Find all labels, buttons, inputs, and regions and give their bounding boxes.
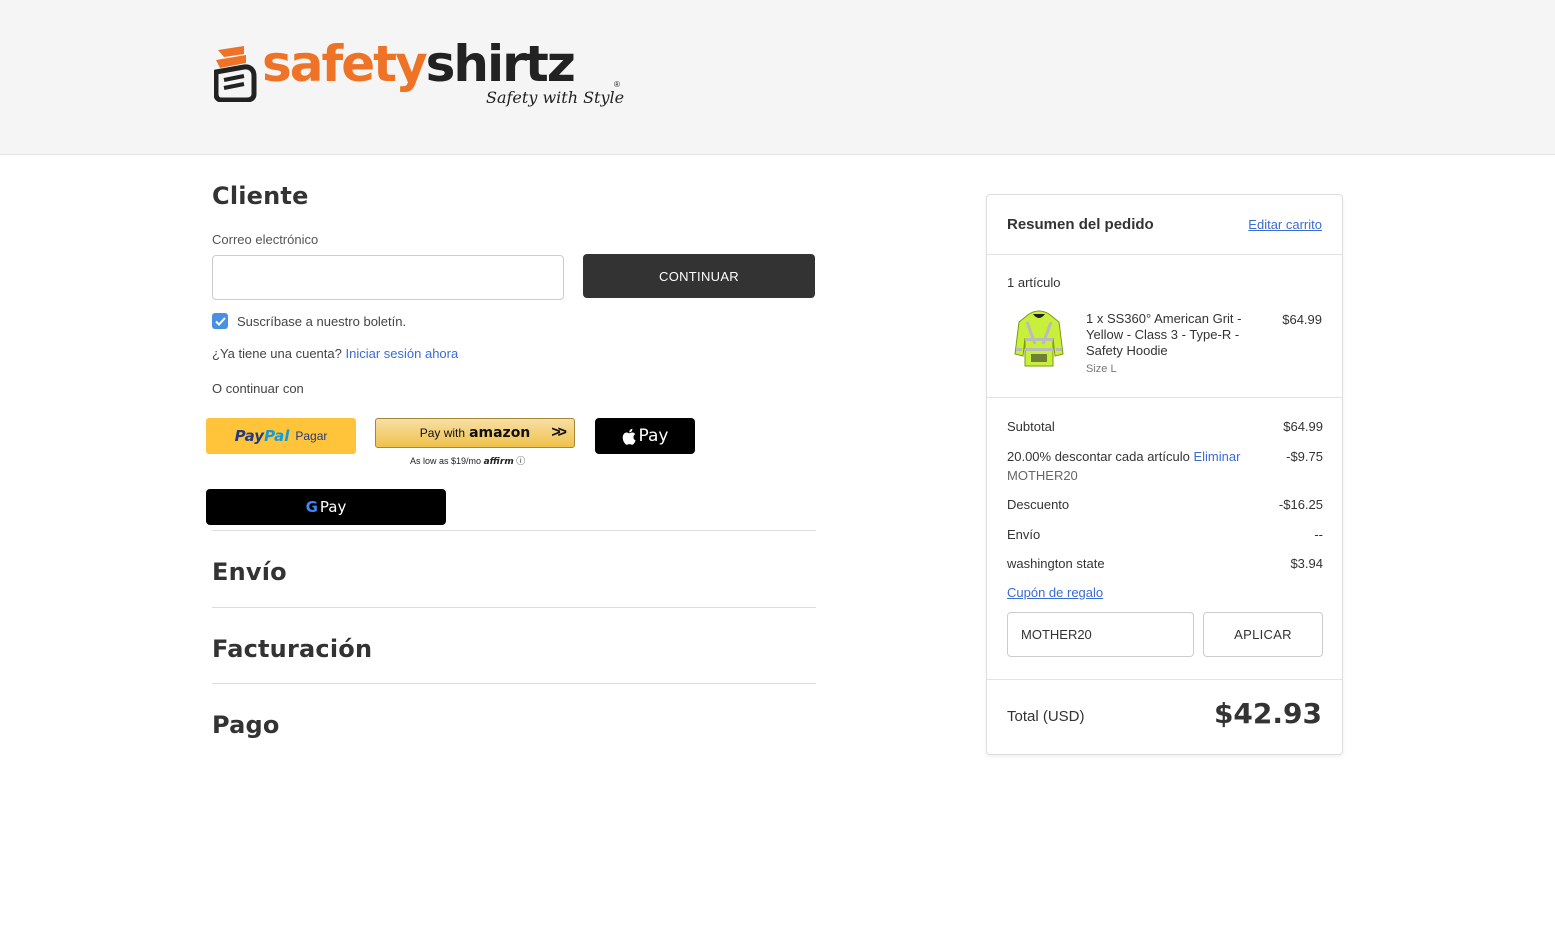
hoodie-product-thumbnail [1014, 310, 1064, 367]
paypal-button[interactable]: Pay Pal Pagar [206, 418, 356, 454]
discount-value: -$16.25 [1278, 497, 1323, 512]
section-divider [212, 683, 816, 684]
subtotal-label: Subtotal [1007, 419, 1055, 434]
or-continue-text: O continuar con [212, 381, 304, 396]
tax-value: $3.94 [1290, 556, 1323, 571]
google-g-icon: G [305, 498, 318, 516]
google-pay-label: Pay [319, 498, 347, 516]
amazon-chevron-icon: >> [551, 424, 567, 441]
subtotal-row: Subtotal $64.99 [1007, 419, 1323, 434]
newsletter-checkbox[interactable] [212, 313, 228, 329]
newsletter-option[interactable]: Suscríbase a nuestro boletín. [212, 313, 406, 329]
logo-word-safety: safety [262, 35, 428, 93]
discount-line-value: -$9.75 [1286, 449, 1323, 464]
have-account-text: ¿Ya tiene una cuenta? [212, 346, 342, 361]
logo-wordmark: safetyshirtz [262, 34, 576, 94]
item-option: Size L [1086, 363, 1117, 375]
amazon-pay-prefix: Pay with [419, 426, 466, 440]
google-pay-button[interactable]: G Pay [206, 489, 446, 525]
newsletter-label: Suscríbase a nuestro boletín. [237, 313, 407, 329]
affirm-text: As low as $19/mo [410, 456, 482, 466]
shipping-label: Envío [1007, 527, 1041, 542]
shipping-value: -- [1314, 527, 1323, 542]
section-divider [212, 607, 816, 608]
apple-pay-button[interactable]: Pay [595, 418, 695, 454]
order-summary-title: Resumen del pedido [1007, 216, 1154, 233]
affirm-promo: As low as $19/mo affirm ⓘ [410, 454, 525, 467]
info-icon[interactable]: ⓘ [516, 456, 525, 466]
shipping-section-title[interactable]: Envío [212, 558, 287, 586]
order-summary-header: Resumen del pedido Editar carrito [987, 195, 1342, 255]
billing-section-title[interactable]: Facturación [212, 635, 372, 663]
apply-coupon-button[interactable]: APLICAR [1203, 612, 1323, 657]
remove-discount-link[interactable]: Eliminar [1193, 449, 1240, 464]
order-summary: Resumen del pedido Editar carrito 1 artí… [986, 194, 1343, 755]
tax-label: washington state [1007, 556, 1105, 571]
total-label: Total (USD) [1007, 708, 1085, 725]
logo-tagline: Safety with Style [486, 88, 625, 107]
apple-icon [622, 428, 636, 445]
gift-coupon-link[interactable]: Cupón de regalo [1007, 585, 1103, 600]
logo-word-shirtz: shirtz [425, 35, 576, 93]
total-value: $42.93 [1213, 697, 1322, 730]
item-price: $64.99 [1282, 312, 1322, 327]
amazon-logo: amazon [469, 425, 531, 441]
shipping-row: Envío -- [1007, 527, 1323, 542]
discount-label: Descuento [1007, 497, 1070, 512]
customer-section-title: Cliente [212, 182, 309, 210]
subtotal-value: $64.99 [1283, 419, 1323, 434]
paypal-logo-pal: Pal [264, 427, 290, 445]
discount-line-label: 20.00% descontar cada artículo [1007, 449, 1190, 464]
edit-cart-link[interactable]: Editar carrito [1248, 217, 1322, 232]
checkmark-icon [214, 316, 226, 326]
sign-in-link[interactable]: Iniciar sesión ahora [345, 346, 458, 361]
continue-button[interactable]: CONTINUAR [583, 254, 815, 298]
amazon-pay-button[interactable]: Pay with amazon >> [375, 418, 575, 448]
account-prompt: ¿Ya tiene una cuenta? Iniciar sesión aho… [212, 346, 458, 361]
paypal-action-label: Pagar [295, 429, 328, 443]
apple-pay-label: Pay [638, 426, 669, 446]
applied-coupon-code: MOTHER20 [1007, 468, 1078, 483]
affirm-logo: affirm [483, 457, 514, 467]
summary-divider [987, 679, 1342, 680]
email-field[interactable] [212, 255, 564, 300]
section-divider [212, 530, 816, 531]
summary-divider [987, 397, 1342, 398]
site-header: safetyshirtz ® Safety with Style [0, 0, 1555, 155]
tax-row: washington state $3.94 [1007, 556, 1323, 571]
email-label: Correo electrónico [212, 232, 319, 247]
logo-mark-icon [214, 46, 257, 102]
discount-row: Descuento -$16.25 [1007, 497, 1323, 512]
item-count: 1 artículo [1007, 275, 1061, 290]
coupon-input[interactable] [1007, 612, 1194, 657]
safetyshirtz-logo[interactable]: safetyshirtz ® Safety with Style [214, 35, 634, 112]
paypal-logo-pay: Pay [234, 427, 265, 445]
discount-line-row: 20.00% descontar cada artículo Eliminar … [1007, 449, 1323, 464]
payment-section-title[interactable]: Pago [212, 711, 280, 739]
item-name: 1 x SS360° American Grit - Yellow - Clas… [1086, 311, 1242, 358]
